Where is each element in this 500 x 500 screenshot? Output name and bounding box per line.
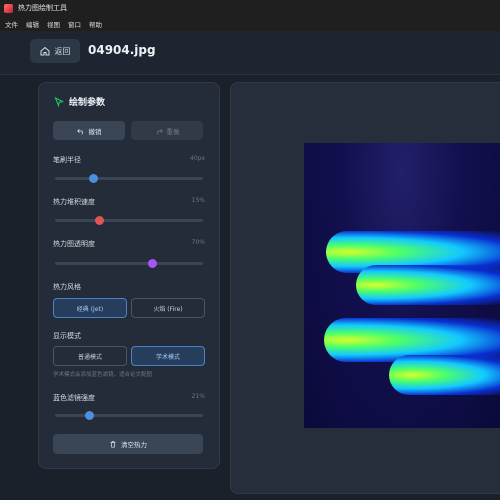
menu-file[interactable]: 文件: [5, 19, 18, 29]
clear-heat-button[interactable]: 清空热力: [53, 434, 203, 454]
opacity-slider[interactable]: [55, 259, 203, 268]
window-title: 热力图绘制工具: [18, 4, 67, 12]
undo-label: 撤销: [88, 127, 102, 136]
menu-edit[interactable]: 编辑: [26, 19, 39, 29]
mode-option-academic[interactable]: 学术模式: [131, 346, 205, 366]
panel-title-text: 绘制参数: [69, 98, 106, 108]
blue-filter-value: 21%: [191, 393, 205, 400]
title-bar: 热力图绘制工具: [0, 0, 500, 16]
heat-blob: [356, 265, 500, 305]
style-label: 热力风格: [53, 283, 81, 291]
heatmap-image[interactable]: [304, 143, 500, 428]
accumulation-speed-thumb[interactable]: [94, 216, 104, 225]
redo-button[interactable]: 重做: [131, 121, 203, 140]
opacity-thumb[interactable]: [148, 259, 158, 268]
undo-icon: [76, 128, 83, 134]
brush-radius-value: 40px: [190, 155, 205, 162]
blue-filter-label: 蓝色滤镜强度: [53, 394, 95, 402]
brush-radius-thumb[interactable]: [88, 174, 98, 183]
home-icon: [40, 46, 49, 56]
brush-radius-slider[interactable]: [55, 174, 203, 183]
menu-help[interactable]: 帮助: [89, 19, 102, 29]
style-option-fire[interactable]: 火焰 (Fire): [131, 298, 205, 318]
back-label: 返回: [54, 46, 71, 56]
panel-title: 绘制参数: [54, 95, 105, 108]
menu-bar: 文件 编辑 视图 窗口 帮助: [0, 16, 500, 32]
back-button[interactable]: 返回: [30, 39, 80, 63]
app-icon: [4, 3, 13, 13]
accumulation-speed-value: 15%: [191, 197, 205, 204]
file-title: 04904.jpg: [88, 43, 156, 57]
parameter-panel: 绘制参数 撤销 重做 笔刷半径 40px 热力堆积速度 15% 热力图透明度 7…: [38, 82, 220, 469]
mode-option-normal[interactable]: 普通模式: [53, 346, 127, 366]
clear-heat-label: 清空热力: [121, 441, 147, 449]
accumulation-speed-label: 热力堆积速度: [53, 198, 95, 206]
redo-label: 重做: [166, 127, 180, 136]
trash-icon: [110, 441, 116, 448]
brush-radius-label: 笔刷半径: [53, 156, 81, 164]
blue-filter-slider[interactable]: [55, 411, 203, 420]
accumulation-speed-slider[interactable]: [55, 216, 203, 225]
display-mode-hint: 学术模式会添加蓝色滤镜，适合论文配图: [53, 372, 153, 378]
opacity-value: 70%: [191, 239, 205, 246]
style-option-jet[interactable]: 经典 (Jet): [53, 298, 127, 318]
heat-blob: [389, 355, 500, 395]
undo-button[interactable]: 撤销: [53, 121, 125, 140]
menu-view[interactable]: 视图: [47, 19, 60, 29]
opacity-label: 热力图透明度: [53, 240, 95, 248]
redo-icon: [156, 128, 163, 134]
display-mode-label: 显示模式: [53, 332, 81, 340]
cursor-icon: [54, 96, 64, 107]
menu-window[interactable]: 窗口: [68, 19, 81, 29]
blue-filter-thumb[interactable]: [84, 411, 94, 420]
